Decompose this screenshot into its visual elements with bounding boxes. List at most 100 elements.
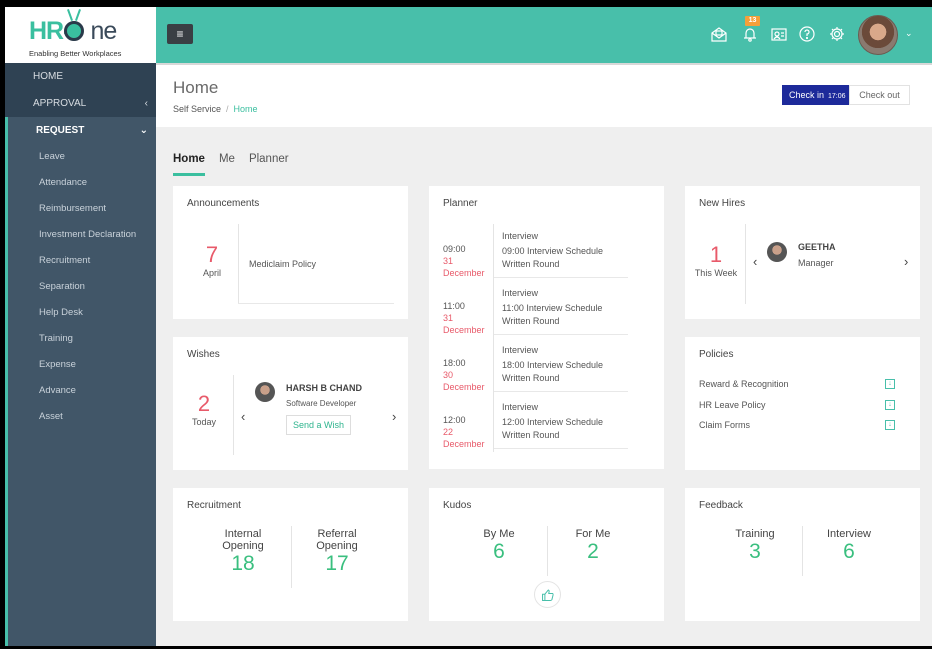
event-type: Interview — [502, 231, 539, 241]
gear-icon[interactable] — [828, 25, 846, 43]
check-in-button[interactable]: Check in 17:06 — [782, 85, 849, 105]
card-title: Announcements — [187, 198, 260, 209]
new-hire-role: Manager — [798, 258, 834, 268]
wishes-count: 2 Today — [179, 391, 229, 427]
event-title: 18:00 Interview Schedule — [502, 360, 604, 370]
tab-me[interactable]: Me — [219, 153, 235, 173]
sidebar-item-home[interactable]: HOME — [5, 63, 156, 90]
sidebar-subitem-expense[interactable]: Expense — [5, 352, 156, 378]
user-avatar[interactable] — [858, 15, 898, 55]
chevron-right-icon[interactable]: › — [904, 254, 908, 269]
app-window: HR-ne Enabling Better Workplaces ≡ 13 ⌄ … — [5, 7, 932, 646]
stat-feedback-training[interactable]: Training 3 — [715, 528, 795, 564]
event-month: December — [443, 382, 485, 392]
sidebar-item-approval[interactable]: APPROVAL ‹ — [5, 90, 156, 117]
breadcrumb-home[interactable]: Home — [234, 104, 258, 114]
download-icon[interactable]: ↓ — [885, 379, 895, 389]
divider — [494, 391, 628, 392]
tab-bar: Home Me Planner — [173, 149, 303, 176]
breadcrumb-separator: / — [226, 104, 229, 114]
event-time: 11:00 — [443, 301, 465, 311]
stat-feedback-interview[interactable]: Interview 6 — [809, 528, 889, 564]
new-hire-avatar — [767, 242, 787, 262]
id-card-icon[interactable] — [770, 25, 788, 43]
card-title: Wishes — [187, 349, 220, 360]
divider — [547, 526, 548, 576]
chevron-down-icon[interactable]: ⌄ — [905, 28, 913, 39]
recruitment-card: Recruitment Internal Opening 18 Referral… — [173, 488, 408, 621]
check-out-button[interactable]: Check out — [849, 85, 910, 105]
top-bar: ≡ 13 ⌄ — [156, 7, 932, 63]
sidebar-subitem-training[interactable]: Training — [5, 326, 156, 352]
menu-toggle-button[interactable]: ≡ — [167, 24, 193, 44]
logo[interactable]: HR-ne Enabling Better Workplaces — [5, 7, 156, 63]
chevron-down-icon: ⌄ — [139, 125, 148, 136]
divider — [291, 526, 292, 588]
event-month: December — [443, 325, 485, 335]
event-type: Interview — [502, 402, 539, 412]
sidebar-subitem-advance[interactable]: Advance — [5, 378, 156, 404]
sidebar-item-label: HOME — [33, 71, 63, 82]
event-month: December — [443, 439, 485, 449]
chevron-right-icon[interactable]: › — [392, 409, 396, 424]
breadcrumb-self-service[interactable]: Self Service — [173, 104, 221, 114]
new-hires-number: 1 — [709, 242, 723, 267]
policies-card: Policies Reward & Recognition HR Leave P… — [685, 337, 920, 470]
logo-text-b: ne — [90, 17, 117, 45]
stat-kudos-by-me[interactable]: By Me 6 — [459, 528, 539, 564]
stat-kudos-for-me[interactable]: For Me 2 — [553, 528, 633, 564]
breadcrumb: Self Service / Home — [173, 104, 258, 114]
policy-link-reward-recognition[interactable]: Reward & Recognition — [699, 379, 789, 389]
feedback-card: Feedback Training 3 Interview 6 — [685, 488, 920, 621]
help-icon[interactable] — [798, 25, 816, 43]
divider — [745, 224, 746, 304]
event-type: Interview — [502, 288, 539, 298]
divider — [494, 277, 628, 278]
card-title: Feedback — [699, 500, 743, 511]
event-subtitle: Written Round — [502, 373, 560, 383]
sidebar-subitem-reimbursement[interactable]: Reimbursement — [5, 196, 156, 222]
stat-referral-opening[interactable]: Referral Opening 17 — [297, 528, 377, 576]
thumbs-up-icon[interactable] — [534, 581, 561, 608]
chevron-left-icon[interactable]: ‹ — [753, 254, 757, 269]
sidebar: HOME APPROVAL ‹ REQUEST ⌄ Leave Attendance… — [5, 63, 156, 646]
sidebar-subitem-attendance[interactable]: Attendance — [5, 170, 156, 196]
sidebar-item-request[interactable]: REQUEST ⌄ — [5, 117, 156, 144]
tab-home[interactable]: Home — [173, 153, 205, 176]
sidebar-subitem-leave[interactable]: Leave — [5, 144, 156, 170]
sidebar-subitem-help-desk[interactable]: Help Desk — [5, 300, 156, 326]
tab-planner[interactable]: Planner — [249, 153, 289, 173]
new-hires-card: New Hires 1 This Week ‹ GEETHA Manager › — [685, 186, 920, 319]
policy-link-hr-leave[interactable]: HR Leave Policy — [699, 400, 766, 410]
sidebar-subitem-separation[interactable]: Separation — [5, 274, 156, 300]
stat-value: 3 — [749, 540, 761, 563]
card-title: Recruitment — [187, 500, 241, 511]
wishes-period: Today — [191, 417, 217, 427]
check-in-time: 17:06 — [828, 93, 846, 100]
download-icon[interactable]: ↓ — [885, 400, 895, 410]
sidebar-subitem-asset[interactable]: Asset — [5, 404, 156, 430]
sidebar-subitem-recruitment[interactable]: Recruitment — [5, 248, 156, 274]
announcement-link[interactable]: Mediclaim Policy — [249, 259, 316, 269]
wish-person-role: Software Developer — [286, 399, 357, 408]
logo-tagline: Enabling Better Workplaces — [29, 49, 122, 58]
stat-label: By Me — [483, 528, 515, 540]
event-day: 31 — [443, 313, 454, 323]
event-time: 18:00 — [443, 358, 466, 368]
stat-value: 18 — [231, 552, 255, 575]
notification-badge: 13 — [745, 16, 760, 26]
download-icon[interactable]: ↓ — [885, 420, 895, 430]
divider — [233, 375, 234, 455]
stat-internal-opening[interactable]: Internal Opening 18 — [203, 528, 283, 576]
sidebar-item-label: REQUEST — [36, 125, 85, 136]
bell-icon[interactable] — [741, 25, 759, 43]
send-wish-button[interactable]: Send a Wish — [286, 415, 352, 435]
stat-value: 17 — [325, 552, 349, 575]
policy-link-claim-forms[interactable]: Claim Forms — [699, 420, 750, 430]
stat-value: 6 — [843, 540, 855, 563]
chevron-left-icon[interactable]: ‹ — [241, 409, 245, 424]
mail-icon[interactable] — [710, 25, 728, 43]
sidebar-subitem-investment-declaration[interactable]: Investment Declaration — [5, 222, 156, 248]
stat-label: Referral — [317, 528, 357, 540]
stat-label: Internal — [224, 528, 262, 540]
